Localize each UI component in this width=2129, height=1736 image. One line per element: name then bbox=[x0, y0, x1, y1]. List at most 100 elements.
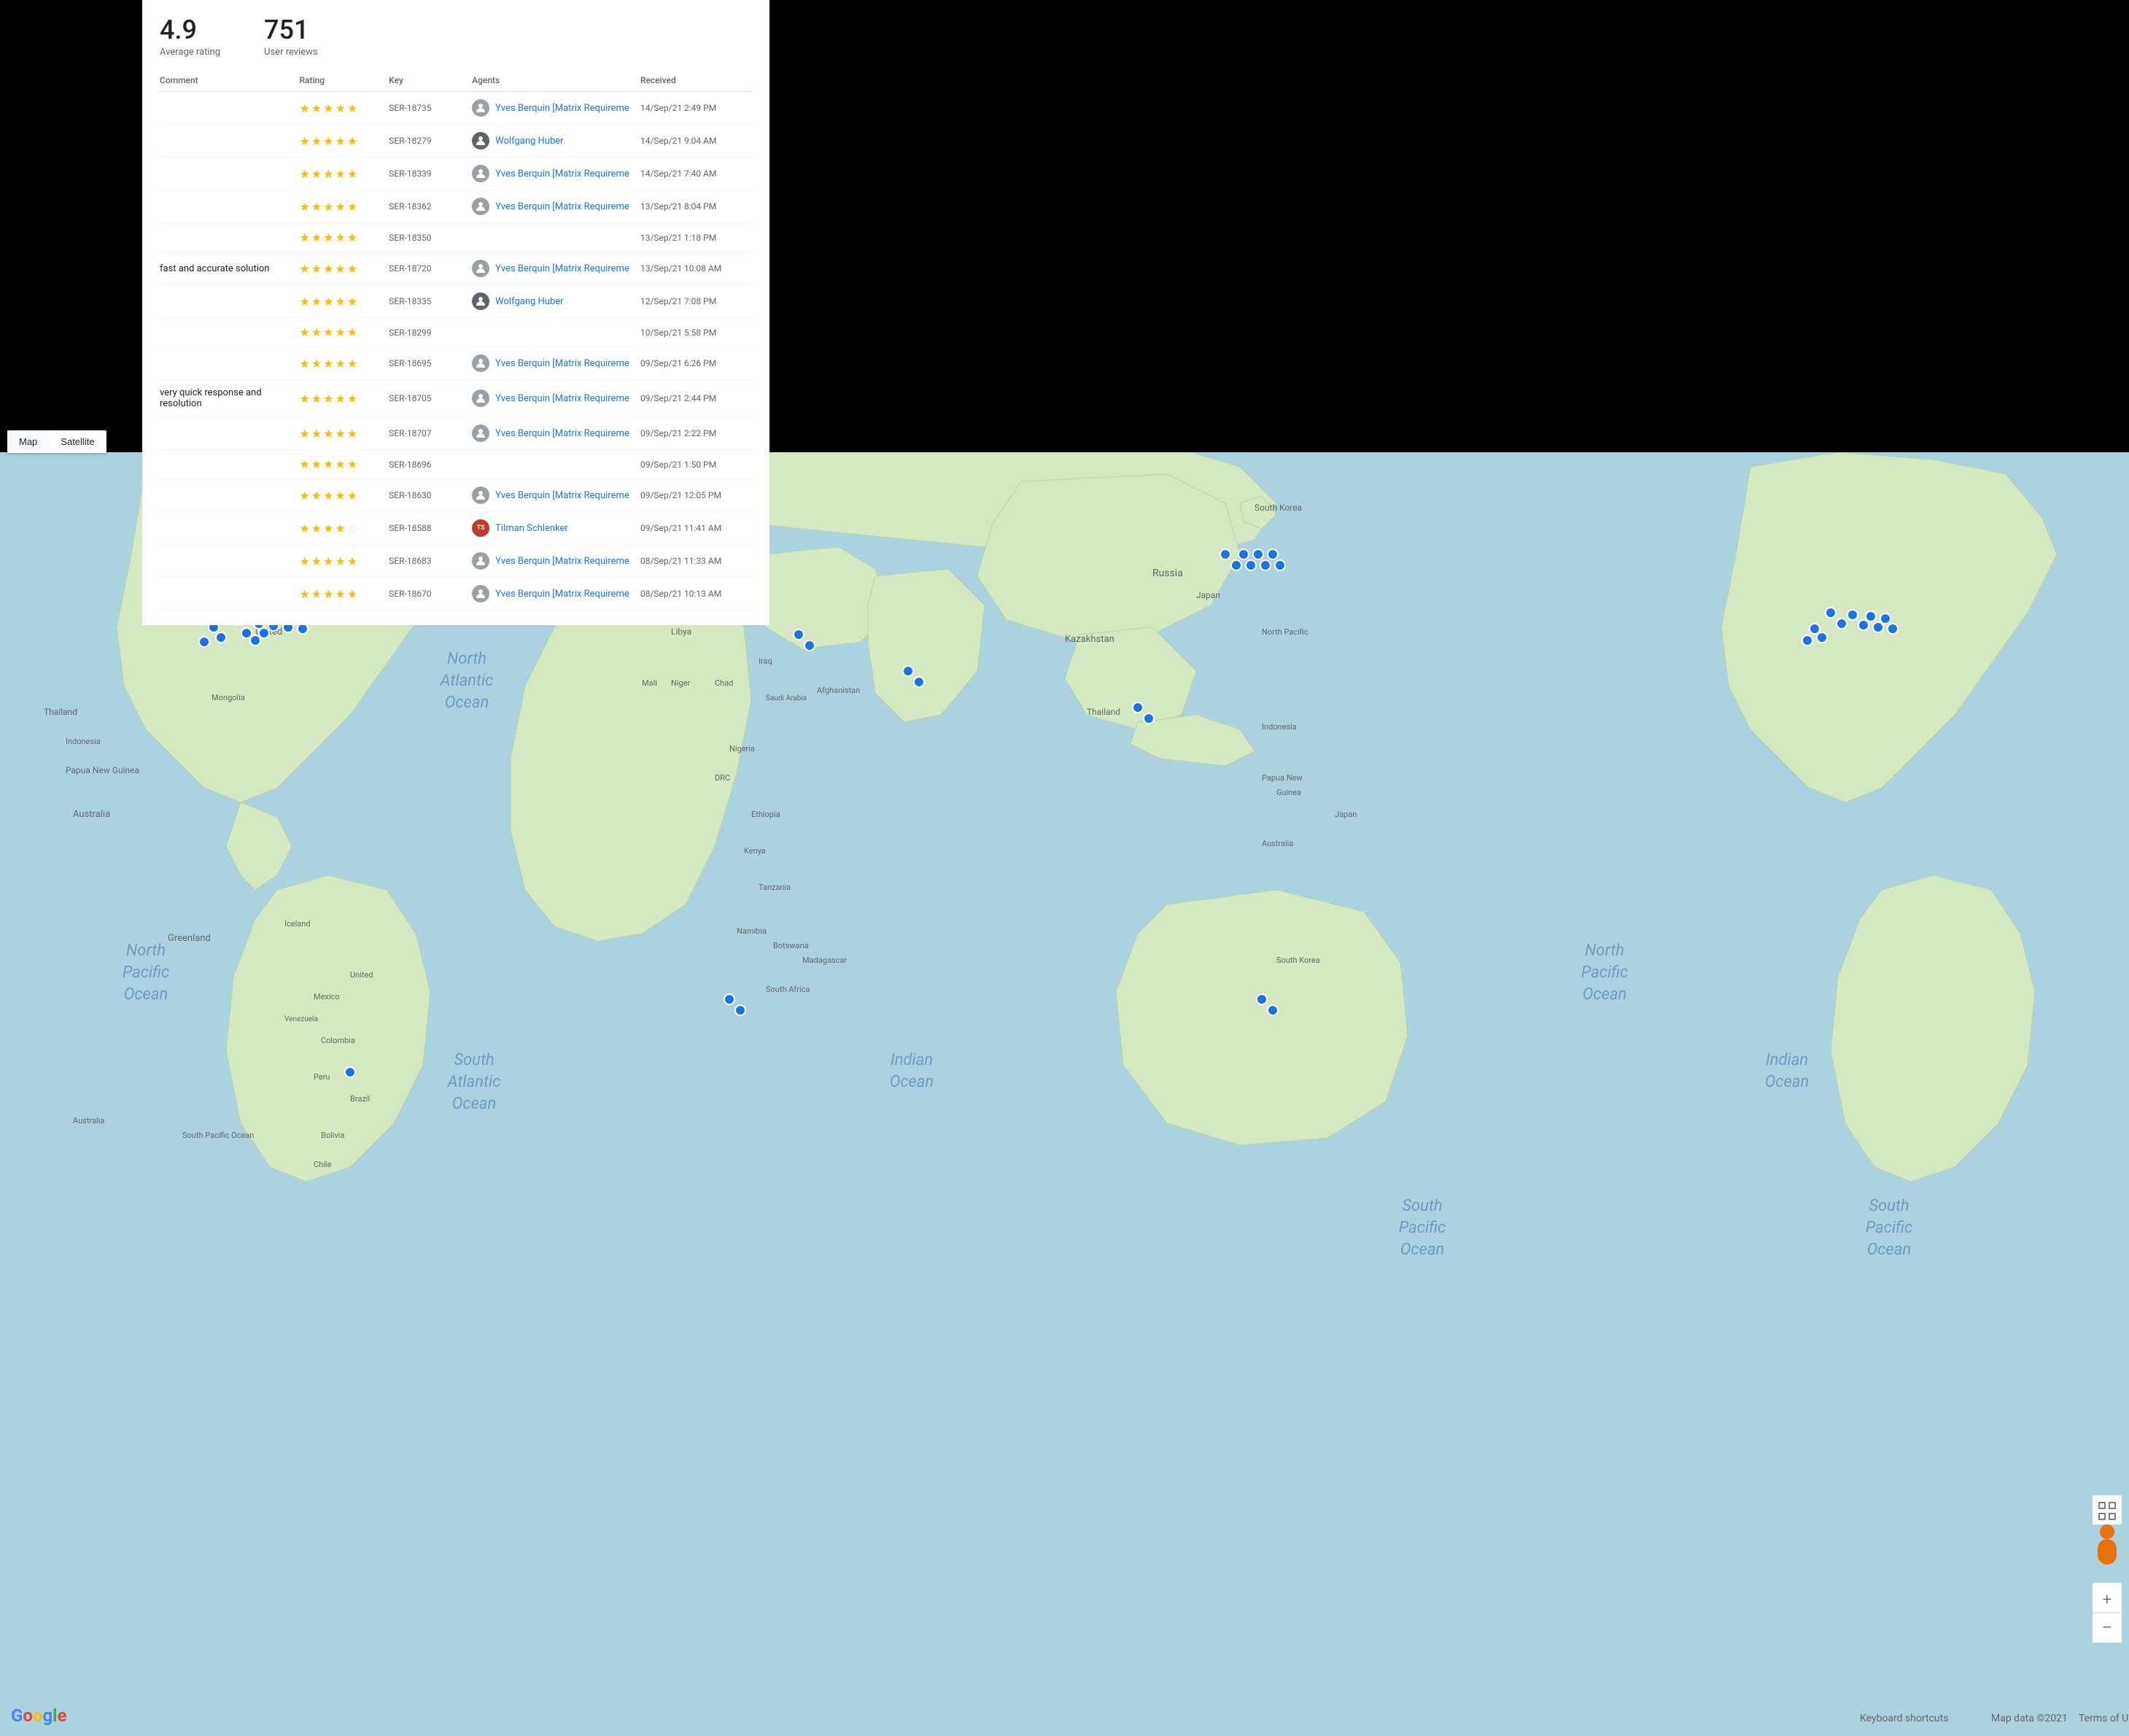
svg-text:Australia: Australia bbox=[1262, 839, 1293, 848]
star-icon: ★ bbox=[335, 489, 345, 503]
star-icon: ★ bbox=[311, 230, 322, 244]
avatar bbox=[472, 390, 489, 407]
agent-name[interactable]: Yves Berquin [Matrix Requireme bbox=[495, 428, 629, 439]
table-row: ★★★★★SER-18683 Yves Berquin [Matrix Requi… bbox=[160, 545, 752, 578]
star-icon: ★ bbox=[299, 134, 309, 148]
key-cell[interactable]: SER-18720 bbox=[389, 252, 472, 285]
star-icon: ★ bbox=[323, 427, 333, 441]
svg-text:South Korea: South Korea bbox=[1276, 956, 1320, 965]
svg-text:Ocean: Ocean bbox=[445, 694, 489, 712]
svg-text:Iraq: Iraq bbox=[759, 656, 772, 666]
key-cell[interactable]: SER-18630 bbox=[389, 479, 472, 512]
avatar bbox=[472, 132, 489, 150]
svg-text:Indian: Indian bbox=[1766, 1051, 1808, 1069]
agent-cell: Yves Berquin [Matrix Requireme bbox=[472, 417, 640, 450]
agent-cell: Yves Berquin [Matrix Requireme bbox=[472, 92, 640, 125]
svg-text:North: North bbox=[126, 942, 166, 960]
agent-name[interactable]: Yves Berquin [Matrix Requireme bbox=[495, 263, 629, 274]
agent-name[interactable]: Yves Berquin [Matrix Requireme bbox=[495, 103, 629, 114]
svg-text:Japan: Japan bbox=[1335, 810, 1357, 819]
key-cell[interactable]: SER-18735 bbox=[389, 92, 472, 125]
key-cell[interactable]: SER-18279 bbox=[389, 125, 472, 158]
comment-cell bbox=[160, 578, 299, 611]
table-row: ★★★★★SER-18362Yves Berquin [Matrix Requi… bbox=[160, 190, 752, 223]
agent-name[interactable]: Yves Berquin [Matrix Requireme bbox=[495, 393, 629, 404]
agent-name[interactable]: Yves Berquin [Matrix Requireme bbox=[495, 490, 629, 501]
svg-text:Colombia: Colombia bbox=[321, 1036, 355, 1045]
svg-text:North: North bbox=[1585, 942, 1624, 960]
star-icon: ★ bbox=[335, 134, 345, 148]
agent-name[interactable]: Yves Berquin [Matrix Requireme bbox=[495, 589, 629, 600]
star-icon: ★ bbox=[323, 101, 333, 115]
key-cell[interactable]: SER-18335 bbox=[389, 285, 472, 318]
avatar bbox=[472, 165, 489, 182]
key-cell[interactable]: SER-18683 bbox=[389, 545, 472, 578]
svg-text:Thailand: Thailand bbox=[44, 707, 77, 717]
key-cell[interactable]: SER-18707 bbox=[389, 417, 472, 450]
key-cell[interactable]: SER-18696 bbox=[389, 450, 472, 479]
star-icon: ★ bbox=[299, 554, 309, 568]
star-icon: ★ bbox=[335, 522, 345, 535]
map-button[interactable]: Map bbox=[7, 430, 49, 453]
comment-cell bbox=[160, 125, 299, 158]
agent-cell: Yves Berquin [Matrix Requireme bbox=[472, 545, 640, 578]
star-icon: ★ bbox=[299, 489, 309, 503]
svg-text:Peru: Peru bbox=[314, 1072, 330, 1082]
col-key: Key bbox=[389, 69, 472, 92]
star-icon: ★ bbox=[323, 230, 333, 244]
svg-text:Niger: Niger bbox=[671, 678, 691, 688]
rating-cell: ★★★★★ bbox=[299, 479, 389, 512]
key-cell[interactable]: SER-18705 bbox=[389, 380, 472, 417]
right-black-panel bbox=[769, 0, 2129, 452]
key-cell[interactable]: SER-18299 bbox=[389, 318, 472, 347]
star-icon: ★ bbox=[347, 325, 357, 339]
agent-name[interactable]: Yves Berquin [Matrix Requireme bbox=[495, 168, 629, 179]
star-icon: ★ bbox=[347, 427, 357, 441]
star-icon: ★ bbox=[347, 134, 357, 148]
stats-row: 4.9 Average rating 751 User reviews bbox=[160, 15, 752, 58]
svg-text:Greenland: Greenland bbox=[168, 933, 211, 944]
rating-cell: ★★★★★ bbox=[299, 578, 389, 611]
rating-cell: ★★★★★ bbox=[299, 545, 389, 578]
agent-name[interactable]: Yves Berquin [Matrix Requireme bbox=[495, 201, 629, 212]
key-cell[interactable]: SER-18339 bbox=[389, 158, 472, 190]
star-icon: ★ bbox=[347, 357, 357, 371]
table-row: ★★★★★SER-18735Yves Berquin [Matrix Requi… bbox=[160, 92, 752, 125]
star-icon: ★ bbox=[335, 392, 345, 406]
key-cell[interactable]: SER-18362 bbox=[389, 190, 472, 223]
agent-name[interactable]: Yves Berquin [Matrix Requireme bbox=[495, 358, 629, 369]
agent-name[interactable]: Yves Berquin [Matrix Requireme bbox=[495, 556, 629, 567]
received-cell: 09/Sep/21 11:41 AM bbox=[640, 512, 752, 545]
rating-label: Average rating bbox=[160, 47, 220, 58]
star-icon: ★ bbox=[335, 101, 345, 115]
comment-cell bbox=[160, 545, 299, 578]
star-icon: ★ bbox=[299, 167, 309, 181]
agent-name[interactable]: Wolfgang Huber bbox=[495, 296, 563, 307]
key-cell[interactable]: SER-18588 bbox=[389, 512, 472, 545]
agent-name[interactable]: Tilman Schlenker bbox=[495, 523, 568, 534]
star-icon: ★ bbox=[311, 587, 322, 601]
received-cell: 09/Sep/21 6:26 PM bbox=[640, 347, 752, 380]
svg-text:South Korea: South Korea bbox=[1254, 503, 1302, 513]
col-rating: Rating bbox=[299, 69, 389, 92]
svg-text:Keyboard shortcuts: Keyboard shortcuts bbox=[1860, 1713, 1948, 1724]
comment-cell bbox=[160, 318, 299, 347]
key-cell[interactable]: SER-18350 bbox=[389, 223, 472, 252]
key-cell[interactable]: SER-18670 bbox=[389, 578, 472, 611]
key-cell[interactable]: SER-18695 bbox=[389, 347, 472, 380]
svg-text:DRC: DRC bbox=[715, 773, 730, 783]
svg-text:Afghanistan: Afghanistan bbox=[817, 686, 860, 695]
star-icon: ★ bbox=[311, 489, 322, 503]
agent-cell: Yves Berquin [Matrix Requireme bbox=[472, 252, 640, 285]
star-icon: ★ bbox=[311, 200, 322, 214]
satellite-button[interactable]: Satellite bbox=[49, 430, 106, 453]
received-cell: 09/Sep/21 1:50 PM bbox=[640, 450, 752, 479]
star-icon: ★ bbox=[323, 200, 333, 214]
agent-name[interactable]: Wolfgang Huber bbox=[495, 136, 563, 147]
star-icon: ★ bbox=[323, 392, 333, 406]
svg-text:Namibia: Namibia bbox=[737, 926, 767, 936]
star-icon: ★ bbox=[299, 357, 309, 371]
star-icon: ★ bbox=[347, 392, 357, 406]
star-icon: ★ bbox=[323, 587, 333, 601]
svg-text:+: + bbox=[2103, 1591, 2111, 1609]
